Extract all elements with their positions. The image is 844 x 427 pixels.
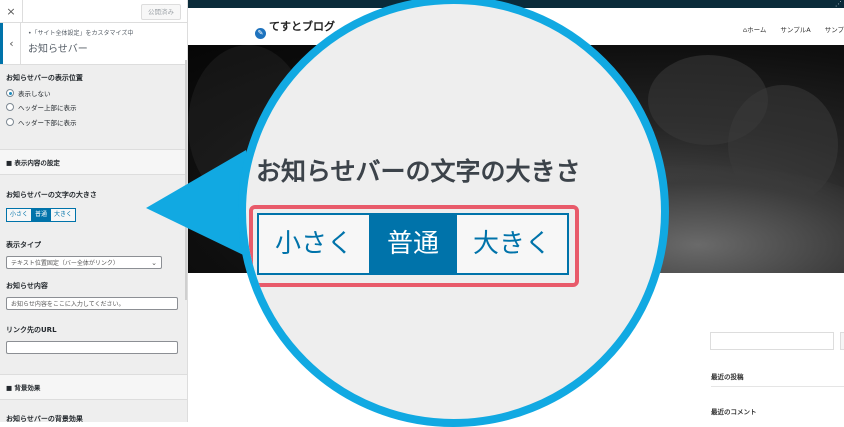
customizer-sidebar: × 公開済み ‹ •「サイト全体設定」をカスタマイズ中 お知らせバー お知らせバ…	[0, 0, 188, 422]
zoom-normal-button[interactable]: 普通	[369, 215, 456, 273]
divider	[711, 386, 844, 387]
search-input[interactable]	[710, 332, 834, 350]
content-input[interactable]: お知らせ内容をここに入力してください。	[6, 297, 178, 310]
font-size-small-button[interactable]: 小さく	[7, 209, 32, 221]
position-title: お知らせバーの表示位置	[6, 74, 83, 82]
font-size-title: お知らせバーの文字の大きさ	[6, 191, 97, 199]
publish-button[interactable]: 公開済み	[141, 4, 181, 20]
font-size-normal-button[interactable]: 普通	[31, 209, 51, 221]
section-header: ‹ •「サイト全体設定」をカスタマイズ中 お知らせバー	[0, 23, 187, 65]
edit-pencil-icon[interactable]: ✎	[255, 28, 266, 39]
zoom-large-button[interactable]: 大きく	[455, 215, 568, 273]
chevron-left-icon: ‹	[9, 37, 14, 50]
position-option-above-header[interactable]: ヘッダー上部に表示	[6, 102, 77, 112]
font-size-segmented-control: 小さく 普通 大きく	[6, 208, 77, 222]
close-customizer-button[interactable]: ×	[0, 0, 23, 22]
option-label: ヘッダー下部に表示	[18, 119, 77, 127]
content-title: お知らせ内容	[6, 282, 48, 290]
zoom-callout: お知らせバーの文字の大きさ 小さく 普通 大きく	[238, 0, 669, 427]
position-option-hidden[interactable]: 表示しない	[6, 88, 51, 98]
zoom-small-button[interactable]: 小さく	[259, 215, 370, 273]
link-url-title: リンク先のURL	[6, 326, 57, 334]
display-type-select[interactable]: テキスト位置固定（バー全体がリンク） ⌄	[6, 256, 162, 269]
customizer-topbar: × 公開済み	[0, 0, 187, 23]
section-title: お知らせバー	[28, 44, 88, 55]
global-nav: ⌂ホーム サンプルA サンプ	[743, 24, 844, 34]
rss-icon[interactable]: ⋰	[835, 0, 842, 8]
close-icon: ×	[6, 4, 16, 18]
display-type-value: テキスト位置固定（バー全体がリンク）	[11, 260, 119, 267]
link-url-input[interactable]	[6, 341, 178, 354]
position-option-below-header[interactable]: ヘッダー下部に表示	[6, 117, 77, 127]
zoom-title: お知らせバーの文字の大きさ	[256, 157, 581, 186]
search-button[interactable]	[840, 332, 844, 350]
bg-section-header: ■ 背景効果	[0, 374, 187, 400]
site-title[interactable]: てすとブログ	[269, 18, 335, 34]
display-type-title: 表示タイプ	[6, 241, 41, 249]
nav-item-sample-a[interactable]: サンプルA	[780, 24, 810, 34]
nav-label: ホーム	[747, 26, 767, 34]
chevron-down-icon: ⌄	[151, 259, 157, 267]
breadcrumb: •「サイト全体設定」をカスタマイズ中	[28, 30, 134, 37]
recent-comments-title: 最近のコメント	[711, 408, 757, 416]
nav-item-home[interactable]: ⌂ホーム	[743, 24, 766, 34]
radio-icon[interactable]	[6, 103, 14, 111]
option-label: ヘッダー上部に表示	[18, 104, 77, 112]
bg-effect-title: お知らせバーの背景効果	[6, 415, 83, 422]
content-section-label: ■ 表示内容の設定	[6, 159, 60, 167]
font-size-large-button[interactable]: 大きく	[50, 209, 76, 221]
bg-section-label: ■ 背景効果	[6, 384, 41, 392]
zoom-segmented-control: 小さく 普通 大きく	[257, 213, 570, 275]
back-button[interactable]: ‹	[0, 23, 21, 64]
sidebar-scrollbar[interactable]	[185, 60, 187, 300]
option-label: 表示しない	[18, 90, 51, 98]
radio-checked-icon[interactable]	[6, 89, 14, 97]
nav-item-sample[interactable]: サンプ	[825, 24, 844, 34]
recent-posts-title: 最近の投稿	[711, 373, 744, 381]
radio-icon[interactable]	[6, 118, 14, 126]
content-section-header: ■ 表示内容の設定	[0, 149, 187, 175]
